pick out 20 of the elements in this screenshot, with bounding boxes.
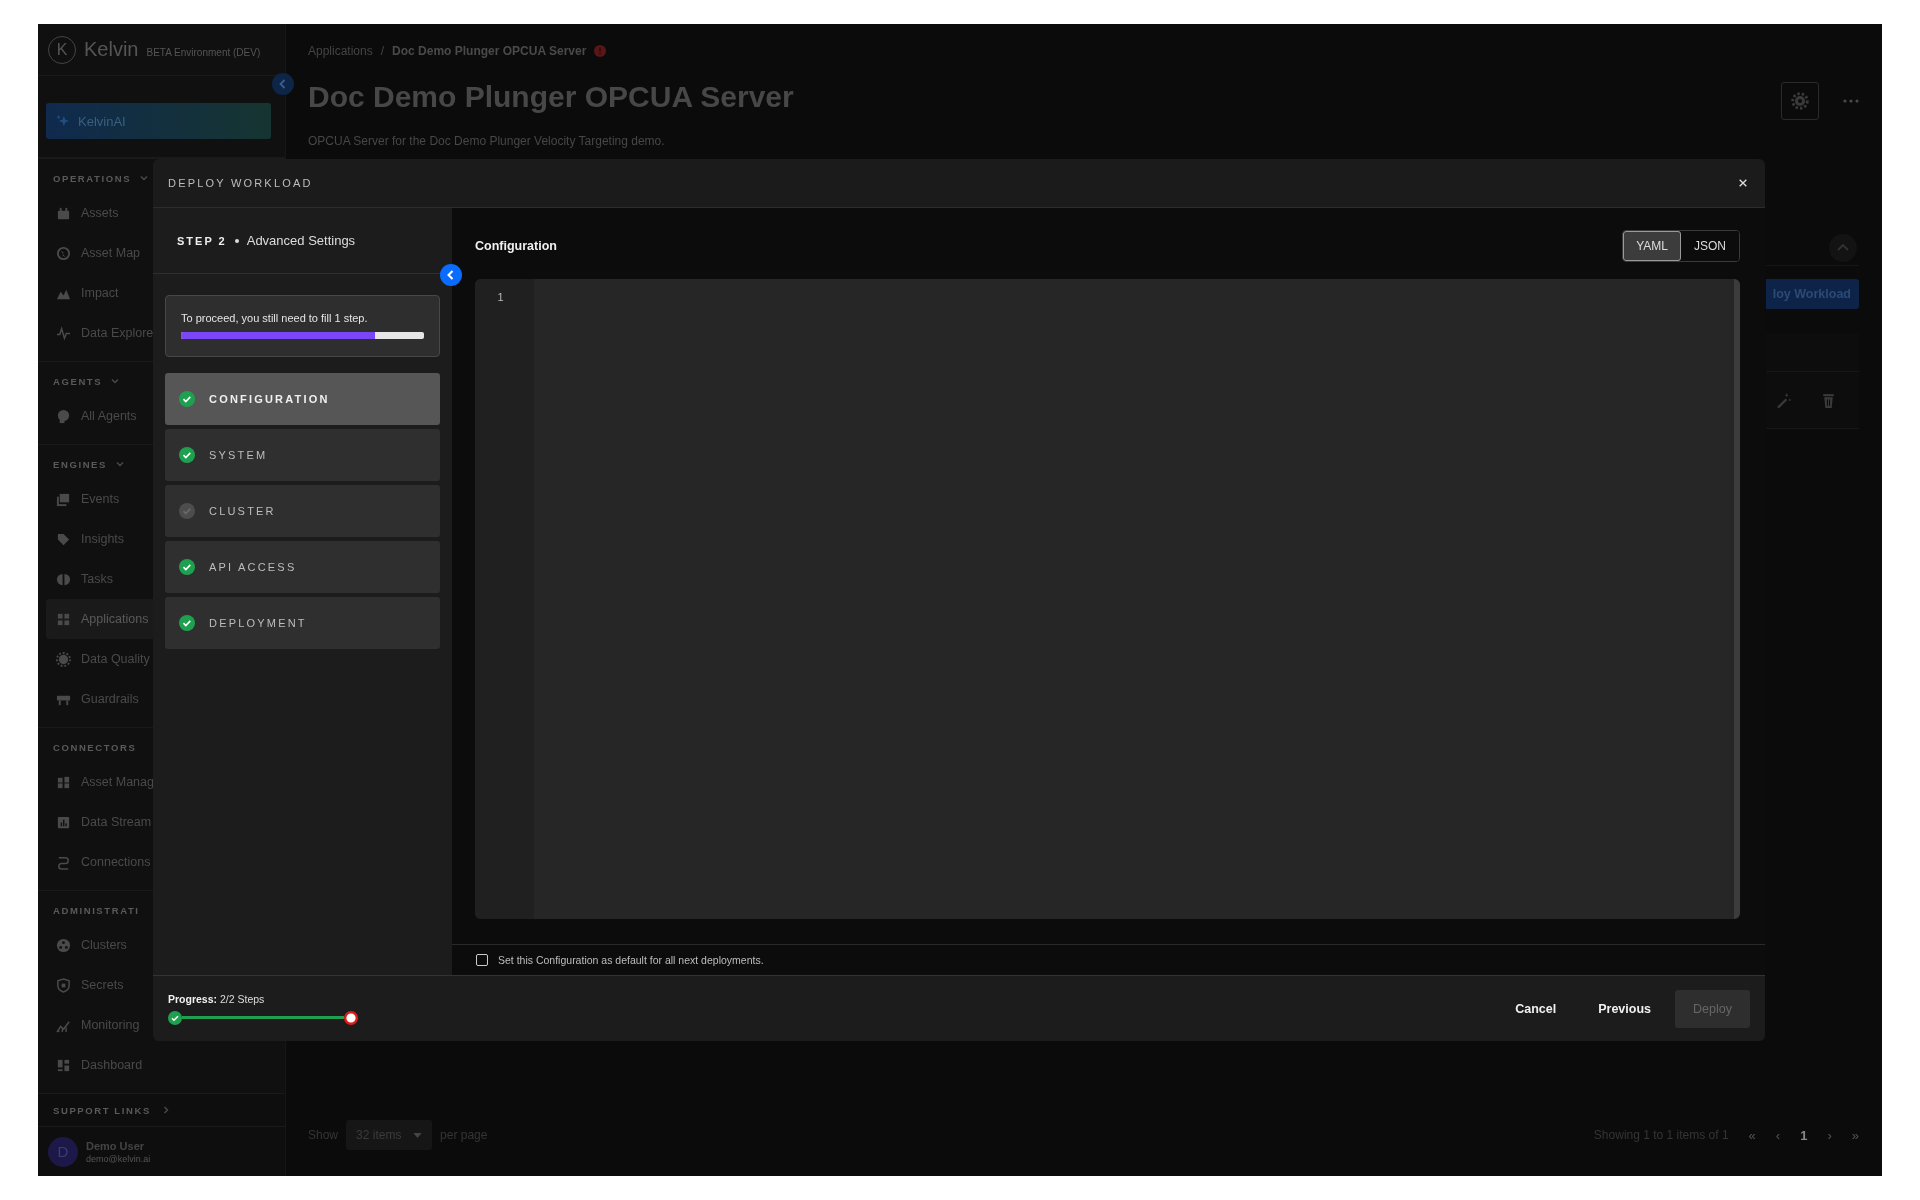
breadcrumb-separator: / [380, 44, 385, 58]
step-number: STEP 2 [177, 234, 227, 247]
page-title: Doc Demo Plunger OPCUA Server [308, 80, 794, 114]
checkbox-label: Set this Configuration as default for all next deployments. [498, 954, 764, 966]
progress-label: Progress: 2/2 Steps [168, 992, 266, 1005]
logo-text: Kelvin [84, 38, 139, 61]
line-number: 1 [497, 291, 505, 303]
page-subtitle: OPCUA Server for the Doc Demo Plunger Velocity Targeting demo. [308, 134, 666, 148]
configuration-title: Configuration [475, 239, 557, 253]
section-title: CONNECTORS [53, 741, 137, 753]
section-title: AGENTS [53, 375, 103, 387]
dialog-title: DEPLOY WORKLOAD [168, 177, 313, 189]
environment-label: BETA Environment (DEV) [146, 47, 261, 58]
user-email: demo@kelvin.ai [86, 1153, 151, 1164]
section-title: OPERATIONS [53, 172, 132, 184]
step-name: Advanced Settings [246, 233, 356, 248]
section-title: ENGINES [53, 458, 107, 470]
section-title: ADMINISTRATI [53, 904, 140, 916]
section-title: SUPPORT LINKS [53, 1104, 151, 1116]
notice-text: To proceed, you still need to fill 1 step. [181, 312, 369, 324]
